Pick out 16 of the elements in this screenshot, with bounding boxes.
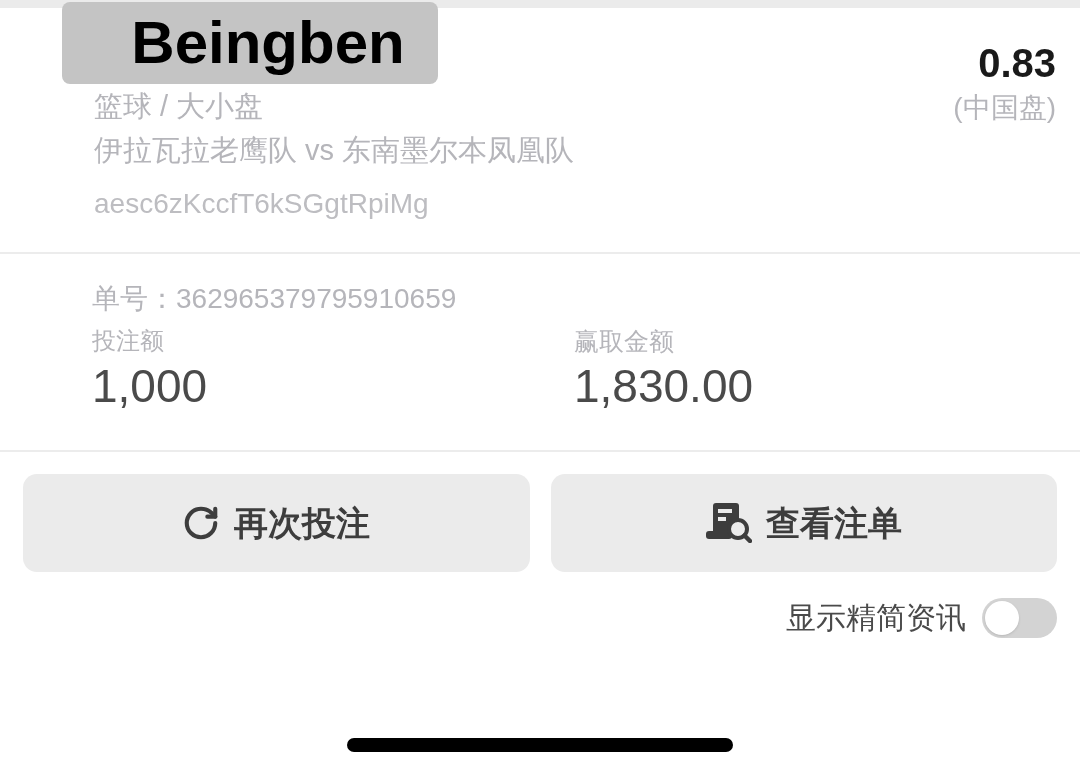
match-title: 伊拉瓦拉老鹰队 vs 东南墨尔本凤凰队 (94, 133, 575, 168)
market-label: 篮球 / 大小盘 (94, 89, 265, 124)
payout-value: 1,830.00 (574, 360, 754, 412)
overlay-label: Beingben (62, 2, 438, 84)
document-search-icon (705, 503, 752, 543)
order-number: 单号：362965379795910659 (92, 282, 457, 316)
selection-id: aesc6zKccfT6kSGgtRpiMg (94, 187, 430, 221)
payout-label: 赢取金额 (574, 326, 674, 357)
toggle-switch[interactable] (982, 598, 1057, 638)
stake-value: 1,000 (92, 360, 208, 412)
rebet-button[interactable]: 再次投注 (23, 474, 530, 572)
odds-type: (中国盘) (953, 91, 1056, 125)
odds-value: 0.83 (978, 40, 1056, 86)
stake-label: 投注额 (92, 326, 164, 356)
view-bet-slip-button[interactable]: 查看注单 (550, 474, 1057, 572)
toggle-label: 显示精简资讯 (786, 600, 966, 636)
